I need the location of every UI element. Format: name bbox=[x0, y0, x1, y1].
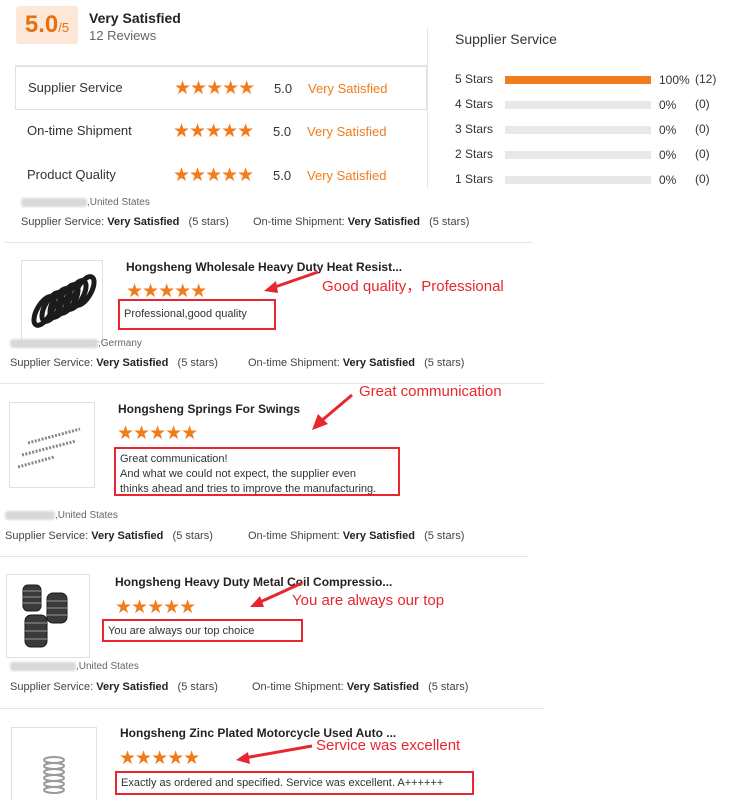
annotation-arrow bbox=[236, 744, 313, 764]
